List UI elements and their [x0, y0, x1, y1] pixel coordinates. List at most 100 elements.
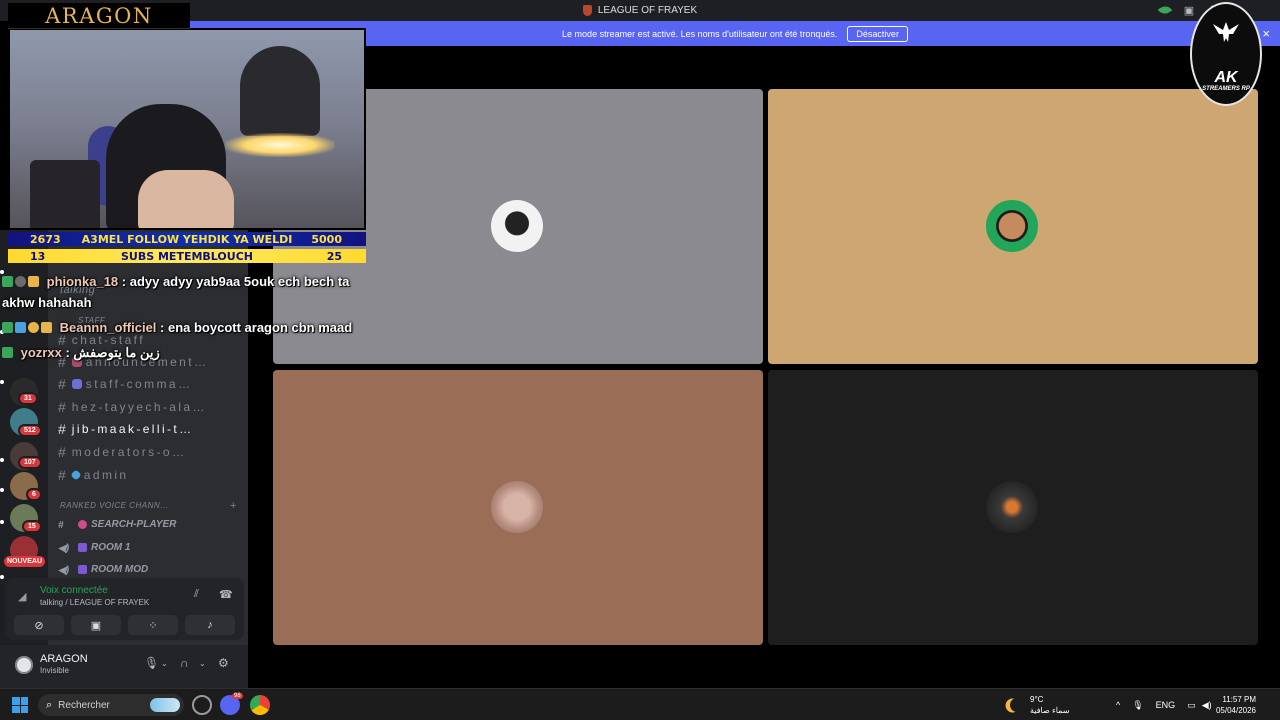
weather-moon-icon	[1008, 696, 1026, 714]
server-badge: 31	[18, 392, 38, 405]
text-channel-icon: #	[58, 444, 66, 460]
voice-channel-room-mod[interactable]: ◀) ROOM MOD	[58, 564, 149, 576]
eagle-logo-icon	[1213, 22, 1239, 42]
chevron-down-icon[interactable]: ⌄	[199, 659, 206, 668]
ak-streamers-badge: AK STREAMERS RP	[1190, 2, 1262, 106]
banner-text: Le mode streamer est activé. Les noms d'…	[562, 28, 838, 39]
chat-badge-icon	[15, 276, 26, 287]
server-unread-dot	[0, 575, 4, 579]
participant-tile[interactable]	[768, 89, 1258, 364]
participant-tile[interactable]	[273, 370, 763, 645]
webcam-streamer-face	[138, 170, 234, 228]
microphone-icon[interactable]: 🎙	[144, 656, 159, 670]
taskbar-search[interactable]: ⌕ Rechercher	[38, 694, 184, 716]
participant-avatar	[491, 200, 543, 252]
webcam-overlay	[8, 28, 366, 230]
sub-goal: 25	[326, 249, 342, 263]
chat-badge-icon	[15, 322, 26, 333]
chat-message: yozrxx : زين ما يتوصفش	[2, 345, 160, 361]
participant-avatar	[491, 481, 543, 533]
chevron-up-icon[interactable]: ^	[1116, 700, 1120, 710]
channel-emoji-icon	[78, 520, 87, 529]
voice-connected-status[interactable]: Voix connectée	[40, 585, 108, 596]
disable-streamer-mode-button[interactable]: Désactiver	[847, 25, 908, 42]
text-channel-icon: #	[58, 467, 66, 483]
voice-connected-channel[interactable]: talking / LEAGUE OF FRAYEK	[40, 598, 149, 607]
search-icon: ⌕	[46, 698, 53, 711]
channel-hez-tayyech[interactable]: # hez-tayyech-ala…	[58, 397, 248, 417]
windows-start-icon[interactable]	[12, 697, 28, 713]
close-banner-icon[interactable]: ×	[1262, 26, 1270, 41]
language-indicator[interactable]: ENG	[1156, 700, 1176, 710]
chat-badge-icon	[2, 347, 13, 358]
webcam-microphone	[30, 160, 100, 228]
channel-emoji-icon	[71, 379, 82, 389]
channel-name: ROOM MOD	[91, 564, 149, 575]
disconnect-icon[interactable]: ☎	[219, 588, 233, 601]
volume-icon[interactable]: ◀)	[1202, 700, 1212, 711]
system-tray: ^ 🎙 ENG ▭ ◀)	[1116, 689, 1212, 720]
server-badge: 107	[18, 456, 42, 469]
channel-admin[interactable]: # admin	[58, 465, 248, 485]
gamepad-icon	[78, 543, 87, 552]
clock[interactable]: 11:57 PM 05/04/2026	[1216, 694, 1256, 716]
new-server-badge: NOUVEAU	[4, 556, 46, 567]
avatar[interactable]	[12, 653, 36, 677]
speaker-icon: ◀)	[58, 564, 70, 576]
settings-gear-icon[interactable]: ⚙	[218, 656, 229, 670]
text-channel-icon: #	[58, 376, 66, 392]
chat-badge-icon	[28, 322, 39, 333]
channel-jib-maak[interactable]: # jib-maak-elli-t…	[58, 419, 248, 439]
channel-name: hez-tayyech-ala…	[71, 400, 207, 414]
microphone-tray-icon[interactable]: 🎙	[1132, 700, 1143, 711]
participant-tile[interactable]	[768, 370, 1258, 645]
server-unread-dot	[0, 380, 4, 384]
channel-logo: ARAGON	[8, 3, 190, 29]
channel-staff-commands[interactable]: # staff-comma…	[58, 374, 248, 394]
task-view-icon[interactable]	[192, 695, 212, 715]
chrome-taskbar-icon[interactable]	[250, 695, 270, 715]
crown-icon	[41, 322, 52, 333]
screen: LEAGUE OF FRAYEK ▣ ? Le mode streamer es…	[0, 0, 1280, 720]
activities-button[interactable]: ⁘	[128, 615, 178, 635]
chat-message-continued: akhw hahahah	[2, 295, 92, 310]
window-titlebar: LEAGUE OF FRAYEK ▣ ?	[0, 0, 1280, 21]
server-unread-dot	[0, 520, 4, 524]
voice-channel-room-1[interactable]: ◀) ROOM 1	[58, 542, 131, 554]
participant-avatar	[986, 481, 1038, 533]
soundboard-button[interactable]: ♪	[185, 615, 235, 635]
voice-channel-search-player[interactable]: # SEARCH-PLAYER	[58, 519, 176, 531]
channel-name: jib-maak-elli-t…	[71, 422, 194, 436]
server-badge: 6	[26, 488, 42, 501]
screen-share-button[interactable]: ▣	[71, 615, 121, 635]
signal-icon[interactable]: ◢	[18, 590, 30, 603]
discord-notification-badge: 98	[232, 693, 243, 699]
user-panel: ARAGON Invisible 🎙 ⌄ ∩ ⌄ ⚙	[0, 645, 248, 688]
chat-badge-icon	[2, 322, 13, 333]
clock-time: 11:57 PM	[1222, 695, 1256, 704]
nitro-leaf-icon[interactable]	[1157, 3, 1173, 17]
voice-connection-panel: ◢ Voix connectée talking / LEAGUE OF FRA…	[6, 578, 244, 640]
window-title: LEAGUE OF FRAYEK	[597, 5, 698, 16]
server-badge: 15	[22, 520, 42, 533]
category-ranked-voice[interactable]: RANKED VOICE CHANN…	[60, 501, 169, 510]
text-channel-icon: #	[58, 399, 66, 415]
follow-goal: 5000	[311, 232, 342, 246]
channel-name: admin	[83, 468, 129, 482]
channel-moderators[interactable]: # moderators-o…	[58, 442, 248, 462]
headset-icon[interactable]: ∩	[180, 656, 189, 670]
camera-off-button[interactable]: ⊘	[14, 615, 64, 635]
activities-icon: ⁘	[148, 619, 158, 632]
server-unread-dot	[0, 458, 4, 462]
webcam-lights	[225, 133, 335, 157]
network-icon[interactable]: ▭	[1187, 700, 1196, 711]
weather-widget[interactable]: 9°C سماء صافية	[1030, 694, 1070, 716]
channel-name: ROOM 1	[91, 542, 131, 553]
inbox-icon[interactable]: ▣	[1182, 3, 1196, 17]
add-channel-icon[interactable]: +	[230, 500, 237, 512]
noise-suppression-icon[interactable]: ⫽	[194, 588, 199, 601]
username[interactable]: ARAGON	[40, 653, 88, 665]
server-unread-dot	[0, 488, 4, 492]
participant-avatar-speaking	[986, 200, 1038, 252]
chevron-down-icon[interactable]: ⌄	[161, 659, 168, 668]
